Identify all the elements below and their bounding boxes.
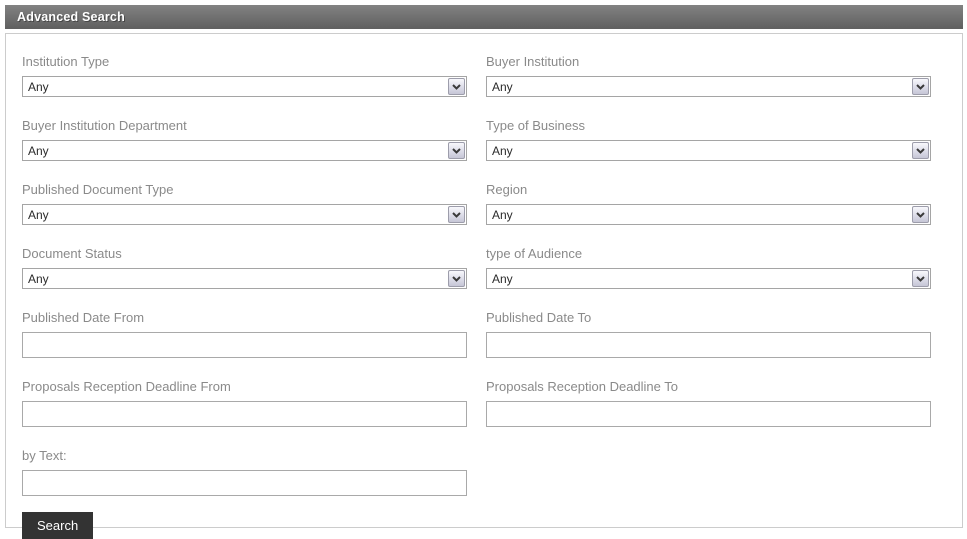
by-text-label: by Text:: [22, 448, 67, 463]
published-document-type-label: Published Document Type: [22, 182, 174, 197]
chevron-down-icon[interactable]: [912, 78, 929, 95]
chevron-down-icon[interactable]: [912, 142, 929, 159]
type-of-business-value: Any: [492, 143, 513, 158]
chevron-down-icon[interactable]: [448, 206, 465, 223]
type-of-audience-label: type of Audience: [486, 246, 583, 261]
published-document-type-select[interactable]: Any: [22, 204, 467, 225]
section-header: Advanced Search: [5, 5, 963, 29]
field-type-of-audience: type of Audience Any: [486, 246, 931, 289]
proposals-deadline-from-label: Proposals Reception Deadline From: [22, 379, 231, 394]
institution-type-value: Any: [28, 79, 49, 94]
type-of-audience-select[interactable]: Any: [486, 268, 931, 289]
proposals-deadline-from-input[interactable]: [22, 401, 467, 427]
type-of-business-label: Type of Business: [486, 118, 585, 133]
chevron-down-icon[interactable]: [448, 270, 465, 287]
institution-type-label: Institution Type: [22, 54, 110, 69]
buyer-institution-label: Buyer Institution: [486, 54, 580, 69]
field-by-text: by Text:: [22, 448, 467, 496]
field-institution-type: Institution Type Any: [22, 54, 467, 97]
field-type-of-business: Type of Business Any: [486, 118, 931, 161]
buyer-institution-value: Any: [492, 79, 513, 94]
document-status-select[interactable]: Any: [22, 268, 467, 289]
region-select[interactable]: Any: [486, 204, 931, 225]
proposals-deadline-to-input[interactable]: [486, 401, 931, 427]
institution-type-select[interactable]: Any: [22, 76, 467, 97]
field-published-document-type: Published Document Type Any: [22, 182, 467, 225]
published-date-from-input[interactable]: [22, 332, 467, 358]
document-status-label: Document Status: [22, 246, 122, 261]
field-published-date-from: Published Date From: [22, 310, 467, 358]
published-date-to-input[interactable]: [486, 332, 931, 358]
buyer-institution-department-value: Any: [28, 143, 49, 158]
advanced-search-form: Institution Type Any Buyer Institution A…: [22, 54, 946, 496]
chevron-down-icon[interactable]: [448, 78, 465, 95]
buyer-institution-select[interactable]: Any: [486, 76, 931, 97]
by-text-input[interactable]: [22, 470, 467, 496]
published-date-to-label: Published Date To: [486, 310, 592, 325]
region-label: Region: [486, 182, 528, 197]
advanced-search-panel: Institution Type Any Buyer Institution A…: [5, 33, 963, 539]
published-date-from-label: Published Date From: [22, 310, 145, 325]
search-button[interactable]: Search: [22, 512, 94, 539]
field-published-date-to: Published Date To: [486, 310, 931, 358]
document-status-value: Any: [28, 271, 49, 286]
published-document-type-value: Any: [28, 207, 49, 222]
buyer-institution-department-select[interactable]: Any: [22, 140, 467, 161]
chevron-down-icon[interactable]: [912, 206, 929, 223]
region-value: Any: [492, 207, 513, 222]
field-document-status: Document Status Any: [22, 246, 467, 289]
field-region: Region Any: [486, 182, 931, 225]
field-buyer-institution-department: Buyer Institution Department Any: [22, 118, 467, 161]
field-proposals-deadline-to: Proposals Reception Deadline To: [486, 379, 931, 427]
field-proposals-deadline-from: Proposals Reception Deadline From: [22, 379, 467, 427]
type-of-audience-value: Any: [492, 271, 513, 286]
page-title: Advanced Search: [17, 10, 125, 24]
chevron-down-icon[interactable]: [448, 142, 465, 159]
chevron-down-icon[interactable]: [912, 270, 929, 287]
field-buyer-institution: Buyer Institution Any: [486, 54, 931, 97]
type-of-business-select[interactable]: Any: [486, 140, 931, 161]
buyer-institution-department-label: Buyer Institution Department: [22, 118, 187, 133]
proposals-deadline-to-label: Proposals Reception Deadline To: [486, 379, 678, 394]
